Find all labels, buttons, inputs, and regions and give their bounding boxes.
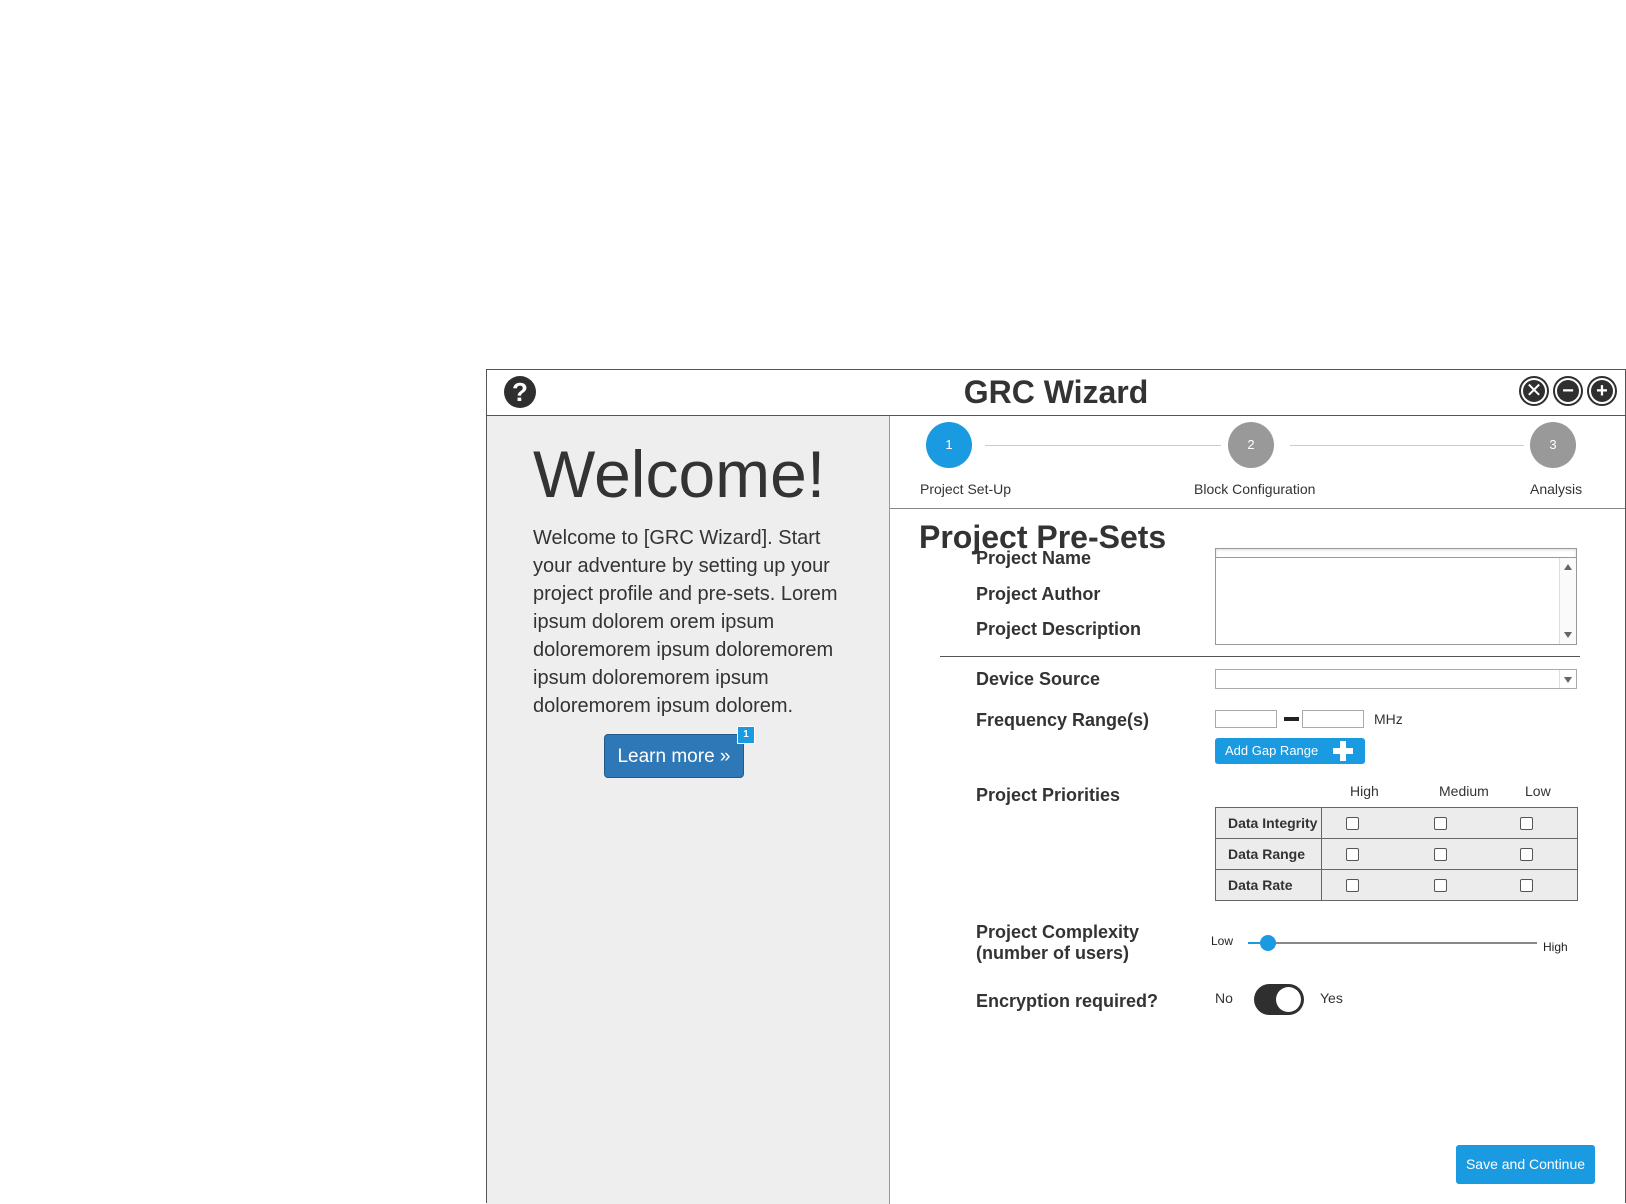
learn-more-button[interactable]: Learn more » — [604, 734, 744, 778]
slider-high-label: High — [1543, 940, 1568, 954]
slider-track[interactable] — [1248, 942, 1537, 944]
toggle-no-label: No — [1215, 990, 1233, 1006]
window-title: GRC Wizard — [963, 374, 1149, 410]
frequency-to-input[interactable] — [1302, 710, 1364, 728]
priority-column-low: Low — [1525, 783, 1551, 799]
priority-checkboxes — [1321, 869, 1578, 901]
range-dash — [1284, 717, 1299, 721]
step-2-circle[interactable]: 2 — [1228, 422, 1274, 468]
minimize-icon: − — [1557, 380, 1579, 402]
form-panel: 1 Project Set-Up 2 Block Configuration 3… — [890, 416, 1625, 1204]
chevron-down-icon — [1564, 677, 1572, 683]
step-connector — [1290, 445, 1524, 446]
project-description-label: Project Description — [976, 619, 1142, 639]
close-icon: ✕ — [1523, 380, 1545, 402]
toggle-yes-label: Yes — [1320, 990, 1343, 1006]
data-rate-medium-checkbox[interactable] — [1434, 879, 1447, 892]
device-source-select[interactable] — [1215, 669, 1577, 689]
table-row: Data Range — [1215, 838, 1578, 870]
project-description-textarea[interactable] — [1215, 557, 1577, 645]
title-bar: ? GRC Wizard ✕ − + — [487, 370, 1625, 416]
priority-column-medium: Medium — [1439, 783, 1489, 799]
priority-row-label: Data Integrity — [1215, 807, 1322, 839]
textarea-scrollbar[interactable] — [1559, 558, 1576, 644]
slider-low-label: Low — [1211, 934, 1234, 948]
priority-checkboxes — [1321, 838, 1578, 870]
project-priorities-label: Project Priorities — [976, 785, 1121, 805]
step-3-circle[interactable]: 3 — [1530, 422, 1576, 468]
priorities-table: Data Integrity Data Range Data Rate — [1215, 807, 1578, 901]
priority-row-label: Data Range — [1215, 838, 1322, 870]
project-name-label: Project Name — [976, 548, 1092, 568]
plus-icon — [1333, 741, 1353, 761]
maximize-button[interactable]: + — [1587, 376, 1617, 406]
minimize-button[interactable]: − — [1553, 376, 1583, 406]
step-3-label: Analysis — [1530, 481, 1583, 497]
scroll-down-icon[interactable] — [1564, 632, 1572, 638]
maximize-icon: + — [1591, 380, 1613, 402]
data-rate-high-checkbox[interactable] — [1346, 879, 1359, 892]
save-and-continue-button[interactable]: Save and Continue — [1456, 1145, 1595, 1184]
encryption-label: Encryption required? — [976, 991, 1159, 1011]
progress-stepper: 1 Project Set-Up 2 Block Configuration 3… — [890, 416, 1625, 509]
data-range-medium-checkbox[interactable] — [1434, 848, 1447, 861]
step-connector — [985, 445, 1221, 446]
welcome-panel: Welcome! Welcome to [GRC Wizard]. Start … — [487, 416, 890, 1204]
window-controls: ✕ − + — [1519, 376, 1617, 406]
encryption-toggle[interactable] — [1254, 984, 1304, 1015]
dropdown-button[interactable] — [1559, 670, 1576, 688]
step-1-circle[interactable]: 1 — [926, 422, 972, 468]
add-gap-range-label: Add Gap Range — [1225, 743, 1319, 758]
welcome-text: Welcome to [GRC Wizard]. Start your adve… — [533, 527, 838, 717]
priority-column-high: High — [1350, 783, 1379, 799]
frequency-from-input[interactable] — [1215, 710, 1277, 728]
data-integrity-low-checkbox[interactable] — [1520, 817, 1533, 830]
data-range-low-checkbox[interactable] — [1520, 848, 1533, 861]
table-row: Data Rate — [1215, 869, 1578, 901]
wizard-window: ? GRC Wizard ✕ − + Welcome! Welcome to [… — [486, 369, 1626, 1204]
scroll-up-icon[interactable] — [1564, 564, 1572, 570]
section-divider — [940, 656, 1580, 657]
data-rate-low-checkbox[interactable] — [1520, 879, 1533, 892]
toggle-knob — [1276, 987, 1301, 1012]
table-row: Data Integrity — [1215, 807, 1578, 839]
device-source-label: Device Source — [976, 669, 1101, 689]
priority-row-label: Data Rate — [1215, 869, 1322, 901]
priority-checkboxes — [1321, 807, 1578, 839]
project-complexity-sublabel: (number of users) — [976, 943, 1130, 963]
step-2-label: Block Configuration — [1194, 481, 1316, 497]
data-range-high-checkbox[interactable] — [1346, 848, 1359, 861]
add-gap-range-button[interactable]: Add Gap Range — [1215, 738, 1365, 764]
welcome-heading: Welcome! — [533, 437, 826, 511]
project-complexity-label: Project Complexity — [976, 922, 1140, 942]
project-author-label: Project Author — [976, 584, 1101, 604]
step-1-label: Project Set-Up — [920, 481, 1012, 497]
slider-thumb[interactable] — [1260, 935, 1277, 951]
data-integrity-medium-checkbox[interactable] — [1434, 817, 1447, 830]
frequency-range-label: Frequency Range(s) — [976, 710, 1150, 730]
close-button[interactable]: ✕ — [1519, 376, 1549, 406]
frequency-unit: MHz — [1374, 711, 1403, 727]
data-integrity-high-checkbox[interactable] — [1346, 817, 1359, 830]
notification-badge: 1 — [737, 726, 755, 744]
